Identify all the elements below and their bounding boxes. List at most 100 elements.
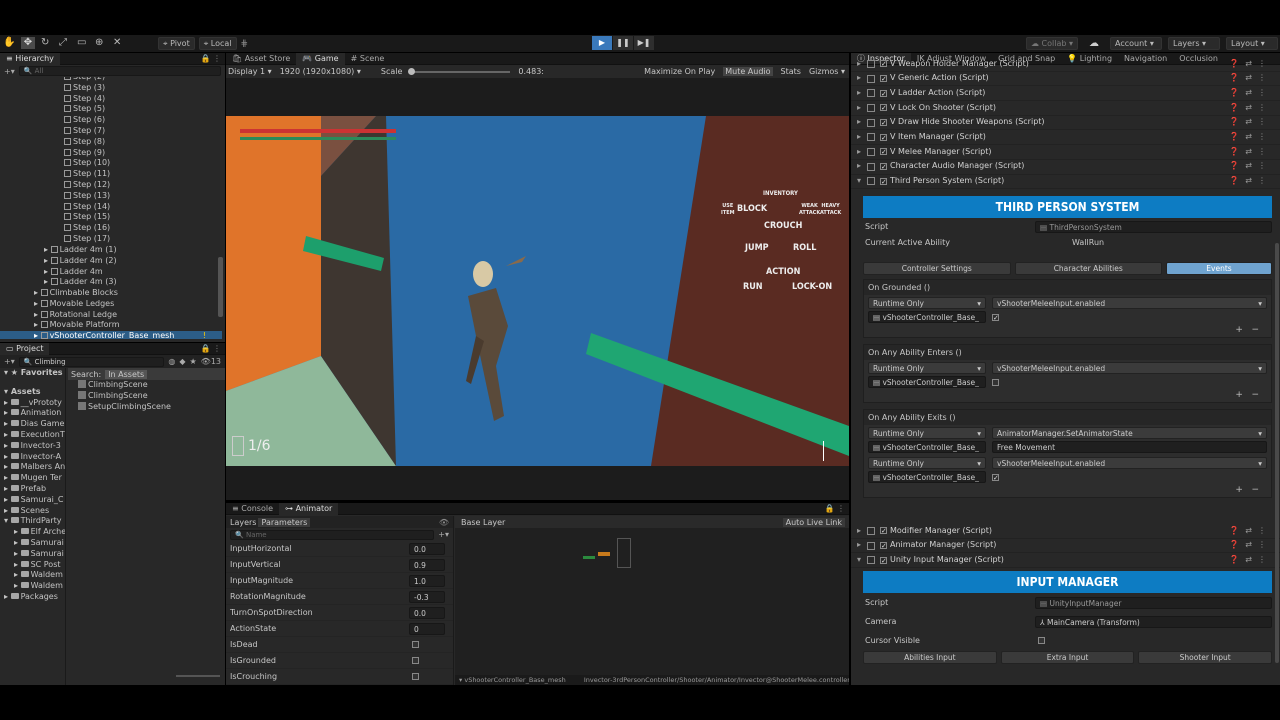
event-arg-checkbox[interactable]: ✓	[992, 313, 999, 321]
function-dropdown[interactable]: vShooterMeleeInput.enabled ▾	[992, 297, 1267, 309]
asset-folder[interactable]: ▸ Invector-A	[0, 452, 65, 463]
parameter-row[interactable]: TurnOnSpotDirection 0.0	[226, 605, 453, 621]
hierarchy-ladder-item[interactable]: ▸ Ladder 4m (3)	[44, 277, 117, 288]
move-tool-icon[interactable]: ✥	[21, 37, 35, 49]
collapse-arrow-icon[interactable]: ▸	[857, 130, 867, 145]
layers-dropdown[interactable]: Layers ▾	[1168, 37, 1221, 50]
component-header[interactable]: ▸ ✓ V Draw Hide Shooter Weapons (Script) ❓⇄…	[851, 116, 1280, 131]
scale-tool-icon[interactable]: ⤢	[59, 37, 71, 49]
assets-root[interactable]: ▾ Assets	[0, 387, 65, 398]
param-value-field[interactable]: 0.9	[409, 559, 445, 571]
account-dropdown[interactable]: Account ▾	[1110, 37, 1163, 50]
component-enabled-checkbox[interactable]: ✓	[880, 133, 887, 141]
runtime-mode-dropdown[interactable]: Runtime Only ▾	[868, 297, 986, 309]
subtab-parameters[interactable]: Parameters	[258, 517, 311, 527]
cursor-visible-checkbox[interactable]	[1038, 637, 1045, 644]
layout-dropdown[interactable]: Layout ▾	[1226, 37, 1279, 50]
pause-button[interactable]: ❚❚	[613, 36, 633, 50]
animator-graph[interactable]: Base Layer Auto Live Link ▾ vShooterCont…	[455, 516, 849, 685]
param-bool-checkbox[interactable]	[412, 641, 419, 648]
state-machine-node[interactable]	[617, 538, 631, 568]
add-icon[interactable]: +▾	[4, 67, 15, 76]
hierarchy-item[interactable]: Step (15)	[64, 212, 110, 223]
parameter-row[interactable]: InputMagnitude 1.0	[226, 573, 453, 589]
tps-script-field[interactable]: ▤ ThirdPersonSystem	[1035, 220, 1272, 233]
maximize-toggle[interactable]: Maximize On Play	[644, 67, 715, 76]
param-value-field[interactable]: 0.0	[409, 607, 445, 619]
asset-folder[interactable]: ▸ __vPrototy	[0, 398, 65, 409]
collab-button[interactable]: ☁ Collab ▾	[1026, 37, 1079, 50]
asset-folder[interactable]: ▸ Samurai_C	[0, 495, 65, 506]
tab-controller-settings[interactable]: Controller Settings	[863, 262, 1011, 275]
hierarchy-group-item[interactable]: ▸ Movable Platform	[34, 320, 120, 331]
tab-scene[interactable]: # Scene	[345, 53, 391, 65]
component-menu-icons[interactable]: ❓⇄⋮	[1229, 115, 1272, 130]
step-button[interactable]: ▶❚	[634, 36, 654, 50]
hierarchy-item[interactable]: Step (10)	[64, 158, 110, 169]
parameter-row[interactable]: IsCrouching	[226, 669, 453, 685]
auto-live-link-toggle[interactable]: Auto Live Link	[782, 517, 845, 527]
component-menu-icons[interactable]: ❓⇄⋮	[1229, 174, 1272, 189]
rect-tool-icon[interactable]: ▭	[77, 37, 89, 49]
component-enabled-checkbox[interactable]: ✓	[880, 60, 887, 68]
hand-tool-icon[interactable]: ✋	[3, 37, 15, 49]
collapse-arrow-icon[interactable]: ▸	[857, 524, 867, 539]
rotate-tool-icon[interactable]: ↻	[41, 37, 53, 49]
asset-folder[interactable]: ▸ ExecutionT	[0, 430, 65, 441]
component-enabled-checkbox[interactable]: ✓	[880, 556, 887, 564]
search-result-item[interactable]: ClimbingScene	[78, 380, 225, 391]
pivot-button[interactable]: ⌖ Pivot	[158, 37, 195, 50]
hierarchy-ladder-item[interactable]: ▸ Ladder 4m	[44, 267, 117, 278]
collapse-arrow-icon[interactable]: ▸	[857, 71, 867, 86]
eye-icon[interactable]: 👁	[439, 518, 449, 527]
param-search-input[interactable]: 🔍 Name	[230, 529, 435, 540]
component-menu-icons[interactable]: ❓⇄⋮	[1229, 553, 1272, 568]
function-dropdown[interactable]: vShooterMeleeInput.enabled ▾	[992, 362, 1267, 374]
hierarchy-group-item[interactable]: ▸ Movable Ledges	[34, 299, 120, 310]
component-menu-icons[interactable]: ❓⇄⋮	[1229, 57, 1272, 72]
thirdparty-child-folder[interactable]: ▸ SC Post	[0, 560, 65, 571]
scale-slider-thumb[interactable]	[408, 67, 416, 75]
filter-type-icon[interactable]: ◍	[168, 357, 175, 366]
search-scope-button[interactable]: In Assets	[105, 369, 148, 379]
parameter-row[interactable]: InputVertical 0.9	[226, 557, 453, 573]
input-script-field[interactable]: ▤ UnityInputManager	[1035, 596, 1272, 609]
component-enabled-checkbox[interactable]: ✓	[880, 542, 887, 550]
component-enabled-checkbox[interactable]: ✓	[880, 104, 887, 112]
asset-folder[interactable]: ▸ Animation	[0, 408, 65, 419]
hierarchy-item[interactable]: Step (12)	[64, 180, 110, 191]
stats-toggle[interactable]: Stats	[781, 67, 801, 76]
hierarchy-item[interactable]: Step (14)	[64, 202, 110, 213]
project-tab[interactable]: ▭ Project	[0, 342, 50, 355]
collapse-arrow-icon[interactable]: ▸	[857, 101, 867, 116]
hidden-count-icon[interactable]: 👁13	[201, 357, 221, 366]
custom-tool-icon[interactable]: ✕	[113, 37, 125, 49]
hierarchy-item[interactable]: Step (11)	[64, 169, 110, 180]
hierarchy-group-item[interactable]: ▸ Rotational Ledge	[34, 310, 120, 321]
component-header[interactable]: ▸ ✓ Character Audio Manager (Script) ❓⇄⋮	[851, 160, 1280, 175]
asset-folder[interactable]: ▸ Malbers An	[0, 462, 65, 473]
component-enabled-checkbox[interactable]: ✓	[880, 148, 887, 156]
scale-slider[interactable]	[408, 67, 511, 75]
thirdparty-child-folder[interactable]: ▸ Samurai	[0, 549, 65, 560]
project-add-icon[interactable]: +▾	[4, 357, 15, 366]
cloud-icon[interactable]: ☁	[1084, 38, 1104, 49]
component-header[interactable]: ▸ ✓ V Melee Manager (Script) ❓⇄⋮	[851, 145, 1280, 160]
hierarchy-item[interactable]: Step (13)	[64, 191, 110, 202]
asset-folder[interactable]: ▸ Mugen Ter	[0, 473, 65, 484]
component-menu-icons[interactable]: ❓⇄⋮	[1229, 86, 1272, 101]
hierarchy-tab[interactable]: ≡ Hierarchy	[0, 52, 60, 65]
function-dropdown[interactable]: vShooterMeleeInput.enabled ▾	[992, 457, 1267, 469]
hierarchy-scrollbar[interactable]	[218, 257, 223, 317]
mute-toggle[interactable]: Mute Audio	[723, 67, 773, 76]
component-enabled-checkbox[interactable]: ✓	[880, 119, 887, 127]
local-button[interactable]: ⌖ Local	[198, 37, 237, 50]
parameter-row[interactable]: RotationMagnitude -0.3	[226, 589, 453, 605]
favorite-icon[interactable]: ★	[189, 357, 196, 366]
icon-size-slider[interactable]	[176, 675, 220, 677]
grid-snap-icon[interactable]: ⋕	[241, 39, 249, 49]
thirdparty-child-folder[interactable]: ▸ Waldem	[0, 570, 65, 581]
tab-animator[interactable]: ⊶ Animator	[279, 502, 339, 515]
abilities-input-button[interactable]: Abilities Input	[863, 651, 997, 664]
hierarchy-search-input[interactable]: 🔍 All	[18, 66, 221, 76]
